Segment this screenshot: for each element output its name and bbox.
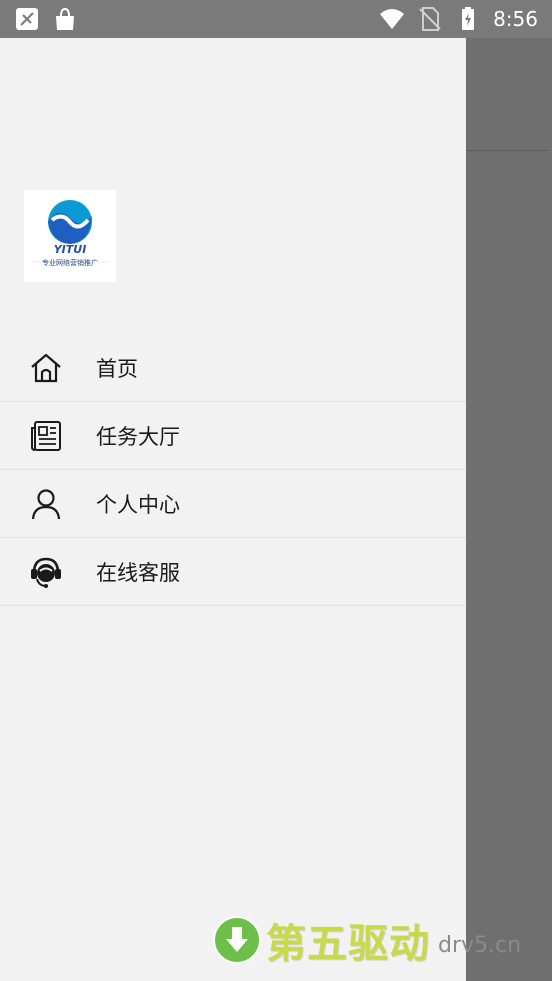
- bag-icon: [56, 7, 74, 30]
- no-sim-icon: [419, 7, 441, 31]
- battery-charging-icon: [462, 7, 475, 30]
- user-icon: [28, 486, 64, 522]
- menu-item-label: 个人中心: [96, 492, 180, 517]
- headset-icon: [28, 554, 64, 590]
- background-app-scrim[interactable]: [466, 38, 552, 981]
- yitui-logo-icon: YITUI 专业网络营销推广: [32, 200, 108, 267]
- logo-tagline-text: 专业网络营销推广: [42, 258, 98, 267]
- watermark: 第五驱动 drv5.cn: [212, 912, 521, 968]
- wifi-icon: [380, 9, 405, 29]
- menu-item-label: 首页: [96, 356, 138, 381]
- status-time: 8:56: [493, 7, 538, 31]
- background-appbar-divider: [466, 150, 548, 151]
- menu-item-label: 在线客服: [96, 560, 180, 585]
- no-signal-icon: [16, 8, 38, 30]
- navigation-drawer: YITUI 专业网络营销推广 首页 任务大厅 个人中心 在线客服: [0, 38, 466, 981]
- menu-item-task-hall[interactable]: 任务大厅: [0, 402, 466, 470]
- drawer-menu: 首页 任务大厅 个人中心 在线客服: [0, 334, 466, 606]
- status-left-icons: [14, 6, 78, 32]
- home-icon: [28, 350, 64, 386]
- newspaper-icon: [28, 418, 64, 454]
- app-logo: YITUI 专业网络营销推广: [24, 190, 116, 282]
- status-right-icons: 8:56: [379, 6, 538, 32]
- logo-brand-text: YITUI: [54, 243, 87, 256]
- watermark-text: 第五驱动: [266, 921, 430, 967]
- menu-item-customer-service[interactable]: 在线客服: [0, 538, 466, 606]
- download-badge-icon: [213, 916, 261, 964]
- menu-item-profile[interactable]: 个人中心: [0, 470, 466, 538]
- menu-item-home[interactable]: 首页: [0, 334, 466, 402]
- menu-item-label: 任务大厅: [96, 424, 180, 449]
- watermark-domain: drv5.cn: [438, 932, 522, 958]
- status-bar: 8:56: [0, 0, 552, 38]
